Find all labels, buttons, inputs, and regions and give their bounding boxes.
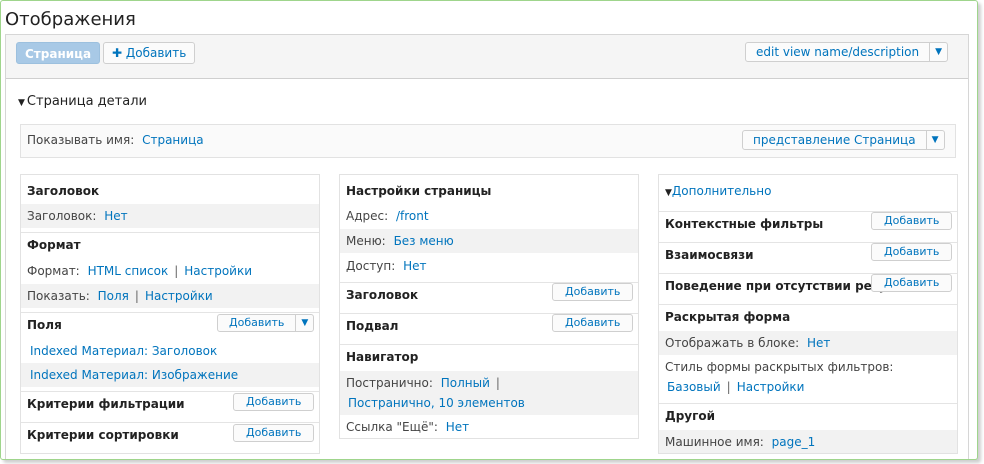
address-label: Адрес: — [346, 209, 389, 223]
field-row-2: Indexed Материал: Изображение — [21, 363, 319, 387]
fields-add-label: Добавить — [229, 316, 285, 329]
triangle-down-icon: ▼ — [665, 188, 672, 198]
plus-icon: ✚ — [112, 46, 123, 60]
paged-items-row: Постранично, 10 элементов — [340, 391, 638, 415]
views-main-panel: Страница ✚ Добавить edit view name/descr… — [5, 34, 969, 459]
advanced-toggle[interactable]: ▼Дополнительно — [659, 179, 957, 203]
views-window: Отображения Страница ✚ Добавить edit vie… — [0, 0, 978, 460]
pipe-separator: | — [134, 289, 139, 303]
exposed-block-label: Отображать в блоке: — [665, 336, 800, 350]
triangle-down-icon: ▼ — [18, 98, 25, 108]
display-tabs-bar: Страница ✚ Добавить edit view name/descr… — [6, 35, 968, 79]
menu-link[interactable]: Без меню — [394, 234, 454, 248]
machine-name-label: Машинное имя: — [665, 435, 764, 449]
machine-name-row: Машинное имя: page_1 — [659, 430, 957, 453]
title-value-link[interactable]: Нет — [104, 209, 127, 223]
exposed-block-link[interactable]: Нет — [807, 336, 830, 350]
footer-add-button[interactable]: Добавить — [552, 314, 634, 332]
access-link[interactable]: Нет — [403, 259, 426, 273]
pipe-separator: | — [495, 376, 500, 390]
exposed-style-values-row: Базовый | Настройки — [659, 375, 957, 399]
chevron-down-icon[interactable]: ▼ — [295, 315, 313, 331]
page-settings-heading: Настройки страницы — [346, 184, 492, 198]
title-heading: Заголовок — [27, 184, 100, 198]
access-label: Доступ: — [346, 259, 396, 273]
advanced-label: Дополнительно — [671, 184, 772, 198]
add-display-button[interactable]: ✚ Добавить — [103, 42, 196, 64]
title-label: Заголовок: — [27, 209, 97, 223]
show-settings-link[interactable]: Настройки — [145, 289, 213, 303]
format-settings-link[interactable]: Настройки — [184, 264, 252, 278]
exposed-style-link[interactable]: Базовый — [667, 380, 721, 394]
other-heading: Другой — [659, 403, 957, 427]
pipe-separator: | — [726, 380, 731, 394]
sort-add-button[interactable]: Добавить — [233, 424, 315, 442]
representation-button[interactable]: представление Страница ▼ — [742, 130, 945, 150]
right-column: ▼Дополнительно Контекстные фильтры Добав… — [658, 174, 958, 454]
left-column: Заголовок Заголовок: Нет Формат Формат: … — [20, 174, 320, 454]
contextual-filters-add-button[interactable]: Добавить — [871, 212, 953, 230]
paged-items-link[interactable]: Постранично, 10 элементов — [348, 396, 525, 410]
field-row-1: Indexed Материал: Заголовок — [21, 339, 319, 363]
filter-add-button[interactable]: Добавить — [233, 393, 315, 411]
exposed-form-heading: Раскрытая форма — [659, 304, 957, 328]
more-link-value[interactable]: Нет — [446, 420, 469, 434]
exposed-block-row: Отображать в блоке: Нет — [659, 331, 957, 355]
representation-label: представление Страница — [753, 133, 916, 147]
show-value-link[interactable]: Поля — [98, 289, 129, 303]
pipe-separator: | — [174, 264, 179, 278]
address-row: Адрес: /front — [340, 204, 638, 228]
chevron-down-icon[interactable]: ▼ — [929, 43, 947, 61]
tab-page[interactable]: Страница — [16, 42, 101, 64]
access-row: Доступ: Нет — [340, 254, 638, 278]
paged-full-link[interactable]: Полный — [441, 376, 490, 390]
chevron-down-icon[interactable]: ▼ — [925, 131, 944, 149]
format-label: Формат: — [27, 264, 80, 278]
field-link-image[interactable]: Indexed Материал: Изображение — [30, 368, 238, 382]
address-link[interactable]: /front — [396, 209, 429, 223]
show-name-link[interactable]: Страница — [142, 133, 204, 147]
pager-heading: Навигатор — [340, 344, 638, 368]
menu-label: Меню: — [346, 234, 386, 248]
field-link-title[interactable]: Indexed Материал: Заголовок — [30, 344, 217, 358]
add-display-label: Добавить — [125, 46, 187, 60]
relationships-add-button[interactable]: Добавить — [871, 243, 953, 261]
middle-column: Настройки страницы Адрес: /front Меню: Б… — [339, 174, 639, 439]
edit-view-name-label: edit view name/description — [756, 45, 920, 59]
exposed-style-settings-link[interactable]: Настройки — [737, 380, 805, 394]
format-row: Формат: HTML список | Настройки — [21, 259, 319, 283]
title-row: Заголовок: Нет — [21, 204, 319, 228]
page-details-label: Страница детали — [26, 94, 147, 109]
more-link-row: Ссылка "Ещё": Нет — [340, 415, 638, 438]
no-results-add-button[interactable]: Добавить — [871, 274, 953, 292]
page-details-toggle[interactable]: ▼ Страница детали — [18, 94, 147, 109]
page-title: Отображения — [5, 9, 136, 30]
menu-row: Меню: Без меню — [340, 229, 638, 253]
format-value-link[interactable]: HTML список — [88, 264, 169, 278]
edit-view-name-button[interactable]: edit view name/description ▼ — [745, 42, 949, 62]
paged-label: Постранично: — [346, 376, 433, 390]
show-label: Показать: — [27, 289, 90, 303]
header-add-button[interactable]: Добавить — [552, 283, 634, 301]
show-name-label: Показывать имя: — [27, 133, 135, 147]
exposed-style-label: Стиль формы раскрытых фильтров: — [665, 360, 894, 374]
display-name-bar: Показывать имя: Страница представление С… — [20, 124, 956, 158]
fields-add-button[interactable]: Добавить ▼ — [217, 314, 315, 332]
machine-name-link[interactable]: page_1 — [772, 435, 816, 449]
format-heading: Формат — [21, 232, 319, 256]
more-link-label: Ссылка "Ещё": — [346, 420, 438, 434]
show-row: Показать: Поля | Настройки — [21, 284, 319, 308]
